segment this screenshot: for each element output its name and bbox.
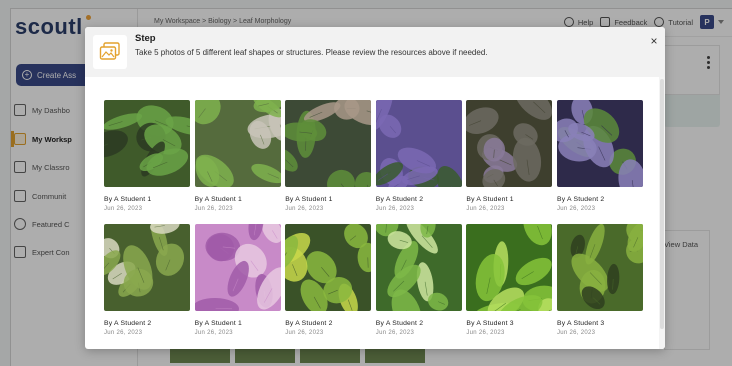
modal-header: Step Take 5 photos of 5 different leaf s… bbox=[85, 27, 665, 77]
photo-author: By A Student 2 bbox=[556, 196, 605, 203]
photo-author: By A Student 1 bbox=[194, 320, 242, 327]
photo-author: By A Student 1 bbox=[104, 196, 152, 203]
photo-card[interactable]: By A Student 1 Jun 26, 2023 bbox=[466, 100, 553, 212]
photo-card[interactable]: By A Student 1 Jun 26, 2023 bbox=[194, 224, 281, 336]
photo-card[interactable]: By A Student 1 Jun 26, 2023 bbox=[285, 100, 372, 212]
modal-scrollbar-thumb[interactable] bbox=[660, 79, 664, 329]
close-icon[interactable]: × bbox=[648, 35, 660, 47]
leaf-photo[interactable] bbox=[194, 224, 281, 311]
photo-date: Jun 26, 2023 bbox=[556, 330, 596, 336]
modal-description: Take 5 photos of 5 different leaf shapes… bbox=[135, 48, 488, 57]
leaf-photo[interactable] bbox=[375, 224, 462, 311]
photo-card[interactable]: By A Student 1 Jun 26, 2023 bbox=[104, 100, 190, 212]
leaf-photo[interactable] bbox=[466, 224, 553, 311]
photo-author: By A Student 2 bbox=[375, 320, 424, 327]
photo-card[interactable]: By A Student 3 Jun 26, 2023 bbox=[466, 224, 553, 336]
step-modal: Step Take 5 photos of 5 different leaf s… bbox=[85, 27, 665, 349]
leaf-photo[interactable] bbox=[466, 100, 553, 187]
photo-date: Jun 26, 2023 bbox=[466, 206, 505, 212]
photo-date: Jun 26, 2023 bbox=[556, 206, 596, 212]
leaf-photo[interactable] bbox=[285, 100, 372, 187]
photo-date: Jun 26, 2023 bbox=[375, 206, 415, 212]
photo-date: Jun 26, 2023 bbox=[375, 330, 415, 336]
photo-author: By A Student 3 bbox=[556, 320, 605, 327]
photo-grid: By A Student 1 Jun 26, 2023 By A Student 1… bbox=[104, 100, 644, 336]
photo-card[interactable]: By A Student 1 Jun 26, 2023 bbox=[194, 100, 281, 212]
photo-date: Jun 26, 2023 bbox=[194, 206, 233, 212]
leaf-photo[interactable] bbox=[556, 224, 643, 311]
photo-card[interactable]: By A Student 3 Jun 26, 2023 bbox=[556, 224, 643, 336]
photo-card[interactable]: By A Student 2 Jun 26, 2023 bbox=[556, 100, 643, 212]
photo-card[interactable]: By A Student 2 Jun 26, 2023 bbox=[375, 224, 462, 336]
leaf-photo[interactable] bbox=[375, 100, 462, 187]
leaf-photo[interactable] bbox=[285, 224, 372, 311]
photo-author: By A Student 1 bbox=[285, 196, 333, 203]
photo-date: Jun 26, 2023 bbox=[466, 330, 505, 336]
leaf-photo[interactable] bbox=[104, 224, 190, 311]
photo-date: Jun 26, 2023 bbox=[194, 330, 233, 336]
photo-card[interactable]: By A Student 2 Jun 26, 2023 bbox=[375, 100, 462, 212]
leaf-photo[interactable] bbox=[194, 100, 281, 187]
photo-author: By A Student 1 bbox=[466, 196, 514, 203]
modal-title: Step bbox=[135, 33, 156, 44]
photo-author: By A Student 1 bbox=[194, 196, 242, 203]
leaf-photo[interactable] bbox=[104, 100, 190, 187]
photo-date: Jun 26, 2023 bbox=[285, 206, 324, 212]
photos-icon bbox=[93, 35, 127, 69]
photo-author: By A Student 2 bbox=[104, 320, 152, 327]
photo-card[interactable]: By A Student 2 Jun 26, 2023 bbox=[104, 224, 190, 336]
photo-date: Jun 26, 2023 bbox=[285, 330, 324, 336]
photo-author: By A Student 2 bbox=[285, 320, 333, 327]
photo-author: By A Student 3 bbox=[466, 320, 514, 327]
photo-author: By A Student 2 bbox=[375, 196, 424, 203]
leaf-photo[interactable] bbox=[556, 100, 643, 187]
photo-card[interactable]: By A Student 2 Jun 26, 2023 bbox=[285, 224, 372, 336]
photo-date: Jun 26, 2023 bbox=[104, 206, 143, 212]
photo-date: Jun 26, 2023 bbox=[104, 330, 143, 336]
